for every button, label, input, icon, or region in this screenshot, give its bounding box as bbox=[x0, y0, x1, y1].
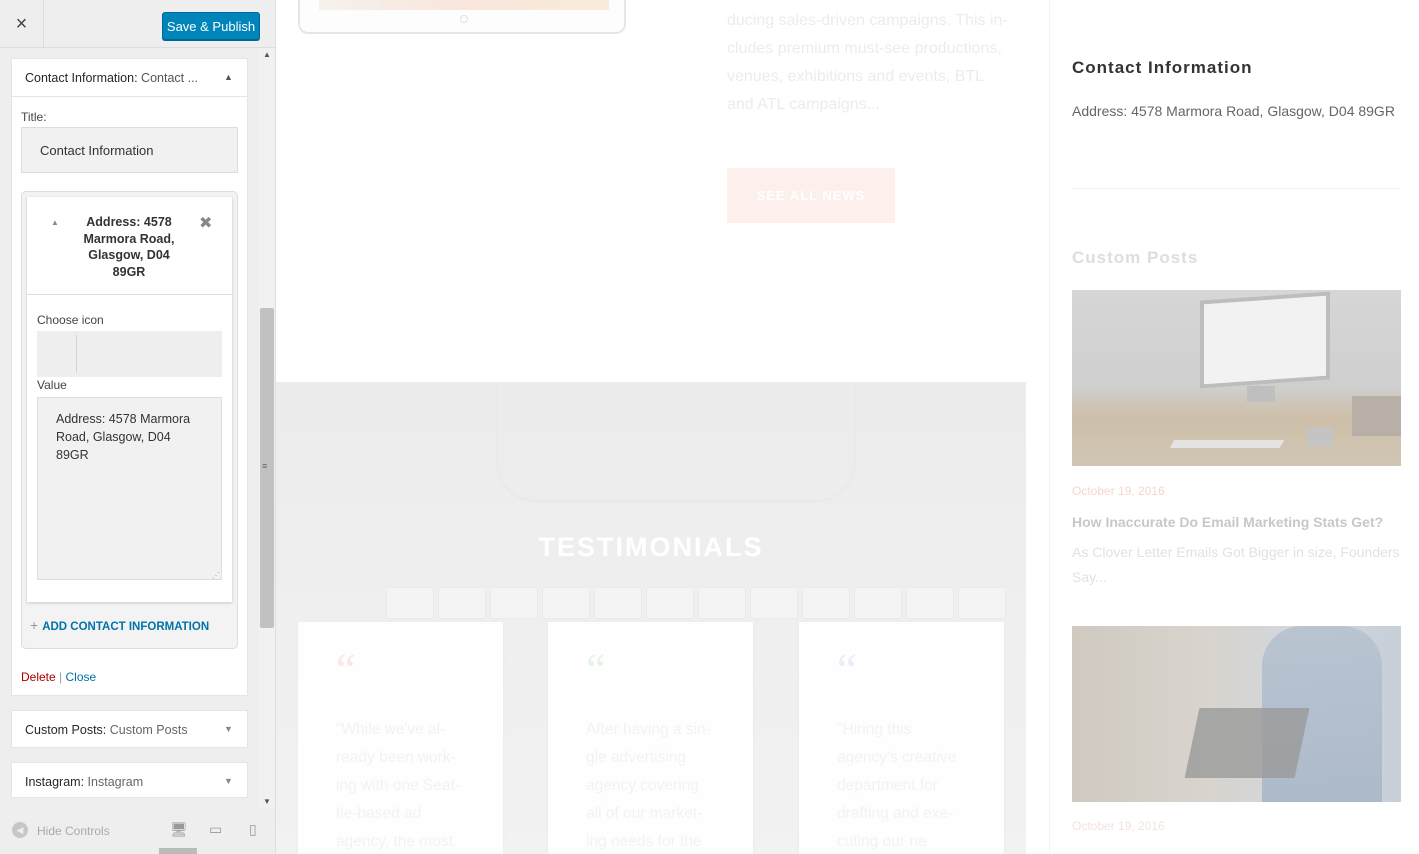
repeater-item: ▲ Address: 4578 Marmora Road, Glasgow, D… bbox=[27, 197, 232, 602]
keyboard-key bbox=[802, 587, 850, 619]
title-field-label: Title: bbox=[21, 110, 47, 124]
post-title-link[interactable]: How Inaccurate Do Email Marketing Stats … bbox=[1072, 514, 1383, 530]
site-preview: ducing sales-driven campaigns. This in- … bbox=[276, 0, 1419, 854]
separator: | bbox=[59, 670, 63, 684]
keyboard-shape bbox=[1169, 440, 1285, 448]
active-device-indicator bbox=[159, 848, 197, 854]
widget-title-suffix: Custom Posts bbox=[109, 723, 188, 737]
hide-controls-button[interactable]: Hide Controls bbox=[37, 824, 110, 838]
save-publish-button[interactable]: Save & Publish bbox=[162, 12, 260, 40]
choose-icon-label: Choose icon bbox=[37, 313, 104, 327]
add-contact-information-button[interactable]: + ADD CONTACT INFORMATION bbox=[30, 617, 209, 633]
post-excerpt: As Clover Letter Emails Got Bigger in si… bbox=[1072, 544, 1400, 585]
monitor-shape bbox=[1200, 291, 1330, 389]
scrollbar-grip-icon: ≡ bbox=[262, 461, 268, 471]
widget-title-prefix: Custom Posts: bbox=[25, 723, 107, 737]
testimonial-card: “ "While we've al- ready been work- ing … bbox=[298, 622, 503, 854]
widget-header[interactable]: Contact Information: Contact ... ▲ bbox=[12, 59, 247, 97]
close-icon: × bbox=[15, 12, 28, 35]
expand-arrow-icon[interactable]: ▼ bbox=[224, 724, 233, 734]
plus-icon: + bbox=[30, 617, 39, 633]
testimonials-section: TESTIMONIALS “ "While we've al- ready be… bbox=[276, 382, 1026, 854]
widget-title: Instagram: Instagram bbox=[25, 775, 143, 789]
keyboard-key bbox=[750, 587, 798, 619]
quote-icon: “ bbox=[837, 645, 857, 694]
remove-item-icon[interactable]: ✖ bbox=[199, 213, 212, 233]
scroll-down-arrow-icon[interactable]: ▼ bbox=[263, 797, 271, 806]
value-textarea[interactable]: Address: 4578 Marmora Road, Glasgow, D04… bbox=[37, 397, 222, 580]
scroll-up-arrow-icon[interactable]: ▲ bbox=[263, 50, 271, 59]
keyboard-key bbox=[594, 587, 642, 619]
add-contact-label: ADD CONTACT INFORMATION bbox=[42, 621, 210, 633]
expand-arrow-icon[interactable]: ▼ bbox=[224, 776, 233, 786]
testimonial-card: “ After having a sin- gle advertising ag… bbox=[548, 622, 753, 854]
customizer-footer: ◀ Hide Controls 🖥 ▭ ▯ bbox=[0, 810, 275, 854]
collapse-sidebar-icon[interactable]: ◀ bbox=[12, 822, 28, 838]
repeater-item-header[interactable]: ▲ Address: 4578 Marmora Road, Glasgow, D… bbox=[27, 197, 232, 295]
post-thumbnail[interactable] bbox=[1072, 626, 1401, 802]
testimonial-text: After having a sin- gle advertising agen… bbox=[586, 721, 711, 850]
widget-title-prefix: Instagram: bbox=[25, 775, 85, 789]
keyboard-key bbox=[646, 587, 694, 619]
widget-title-suffix: Contact ... bbox=[141, 71, 199, 85]
keyboard-key bbox=[854, 587, 902, 619]
tablet-screen bbox=[319, 0, 609, 10]
testimonial-text: "While we've al- ready been work- ing wi… bbox=[336, 721, 461, 850]
testimonials-title: TESTIMONIALS bbox=[538, 532, 764, 562]
post-date: October 19, 2016 bbox=[1072, 819, 1165, 833]
post-thumbnail[interactable] bbox=[1072, 290, 1401, 466]
collapse-arrow-icon[interactable]: ▲ bbox=[224, 72, 233, 82]
see-all-news-button[interactable]: SEE ALL NEWS bbox=[727, 168, 895, 223]
widget-actions: Delete | Close bbox=[21, 670, 96, 684]
keyboard-key bbox=[958, 587, 1006, 619]
widget-title-suffix: Instagram bbox=[87, 775, 144, 789]
customizer-sidebar: × Save & Publish ▲ ≡ ▼ Contact Informati… bbox=[0, 0, 276, 854]
collapse-arrow-icon[interactable]: ▲ bbox=[51, 218, 59, 227]
camera-shape bbox=[1307, 428, 1333, 446]
contact-repeater: ▲ Address: 4578 Marmora Road, Glasgow, D… bbox=[21, 191, 238, 649]
contact-address: Address: 4578 Marmora Road, Glasgow, D04… bbox=[1072, 103, 1395, 119]
widget-title: Contact Information: Contact ... bbox=[25, 71, 198, 85]
icon-picker-divider bbox=[76, 335, 77, 373]
tablet-mockup-image bbox=[298, 0, 626, 34]
delete-link[interactable]: Delete bbox=[21, 670, 56, 684]
desktop-preview-icon[interactable]: 🖥 bbox=[170, 821, 188, 838]
testimonial-text: "Hiring this agency's creative departmen… bbox=[837, 721, 957, 850]
custom-posts-heading: Custom Posts bbox=[1072, 248, 1199, 267]
books-shape bbox=[1352, 396, 1401, 436]
contact-information-widget: Contact Information: Contact ... ▲ Title… bbox=[11, 58, 248, 696]
news-excerpt: ducing sales-driven campaigns. This in- … bbox=[727, 12, 1008, 113]
sidebar-widgets-area: Contact Information Address: 4578 Marmor… bbox=[1049, 0, 1419, 854]
repeater-item-title: Address: 4578 Marmora Road, Glasgow, D04… bbox=[83, 215, 175, 279]
close-link[interactable]: Close bbox=[66, 670, 97, 684]
keyboard-key bbox=[906, 587, 954, 619]
home-button-icon bbox=[460, 15, 468, 23]
widget-title-prefix: Contact Information: bbox=[25, 71, 138, 85]
customizer-header: × Save & Publish bbox=[0, 0, 275, 48]
background-keyboard-image bbox=[496, 382, 856, 502]
widget-title: Custom Posts: Custom Posts bbox=[25, 723, 188, 737]
title-input[interactable] bbox=[21, 127, 238, 173]
quote-icon: “ bbox=[336, 645, 356, 694]
contact-information-heading: Contact Information bbox=[1072, 58, 1253, 77]
divider bbox=[1072, 188, 1401, 189]
quote-icon: “ bbox=[586, 645, 606, 694]
value-label: Value bbox=[37, 378, 67, 392]
keyboard-key bbox=[542, 587, 590, 619]
keyboard-key bbox=[490, 587, 538, 619]
post-date: October 19, 2016 bbox=[1072, 484, 1165, 498]
resize-handle-icon[interactable]: ⋰ bbox=[212, 571, 220, 580]
tablet-preview-icon[interactable]: ▭ bbox=[209, 821, 222, 838]
keyboard-key bbox=[438, 587, 486, 619]
custom-posts-widget[interactable]: Custom Posts: Custom Posts ▼ bbox=[11, 710, 248, 748]
monitor-stand-shape bbox=[1247, 386, 1275, 402]
keyboard-key bbox=[386, 587, 434, 619]
keyboard-key bbox=[698, 587, 746, 619]
instagram-widget[interactable]: Instagram: Instagram ▼ bbox=[11, 762, 248, 798]
laptop-shape bbox=[1184, 708, 1310, 778]
icon-picker[interactable] bbox=[37, 331, 222, 377]
close-customizer-button[interactable]: × bbox=[0, 0, 44, 48]
testimonial-card: “ "Hiring this agency's creative departm… bbox=[799, 622, 1004, 854]
mobile-preview-icon[interactable]: ▯ bbox=[249, 821, 257, 838]
